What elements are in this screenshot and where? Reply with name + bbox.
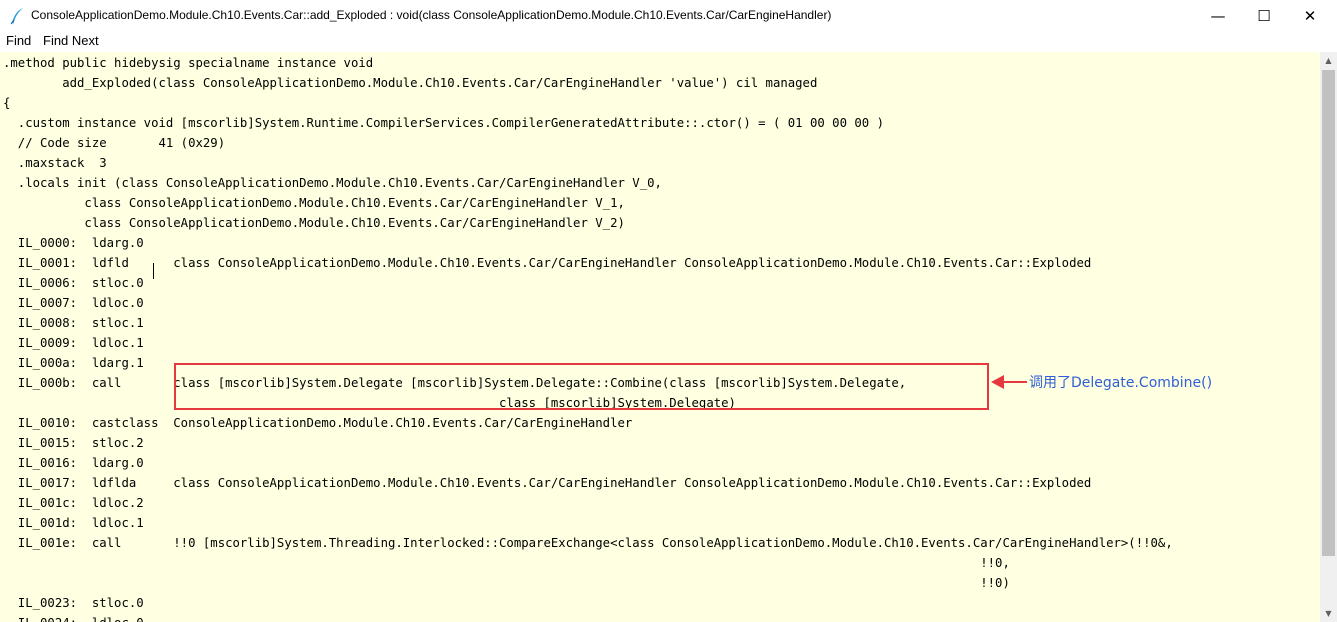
window-title: ConsoleApplicationDemo.Module.Ch10.Event… <box>31 8 832 22</box>
text-caret <box>153 263 154 279</box>
menu-find-next[interactable]: Find Next <box>43 33 99 48</box>
vertical-scrollbar[interactable]: ▲ ▼ <box>1320 52 1337 622</box>
il-code-editor[interactable]: .method public hidebysig specialname ins… <box>0 52 1320 622</box>
title-bar: ConsoleApplicationDemo.Module.Ch10.Event… <box>0 0 1337 32</box>
feather-pen-icon <box>10 8 23 25</box>
annotation-text: 调用了Delegate.Combine() <box>1029 375 1213 391</box>
highlight-box <box>174 363 989 410</box>
scroll-up-icon[interactable]: ▲ <box>1320 52 1337 69</box>
arrow-left-icon <box>991 375 1027 389</box>
menu-find[interactable]: Find <box>6 33 31 48</box>
il-code-text[interactable]: .method public hidebysig specialname ins… <box>3 53 1173 622</box>
menu-bar: Find Find Next <box>0 32 1337 52</box>
maximize-button[interactable]: ☐ <box>1241 0 1287 32</box>
scroll-down-icon[interactable]: ▼ <box>1320 605 1337 622</box>
minimize-button[interactable]: — <box>1195 0 1241 32</box>
scroll-thumb[interactable] <box>1322 70 1335 556</box>
close-button[interactable]: ✕ <box>1287 0 1333 32</box>
